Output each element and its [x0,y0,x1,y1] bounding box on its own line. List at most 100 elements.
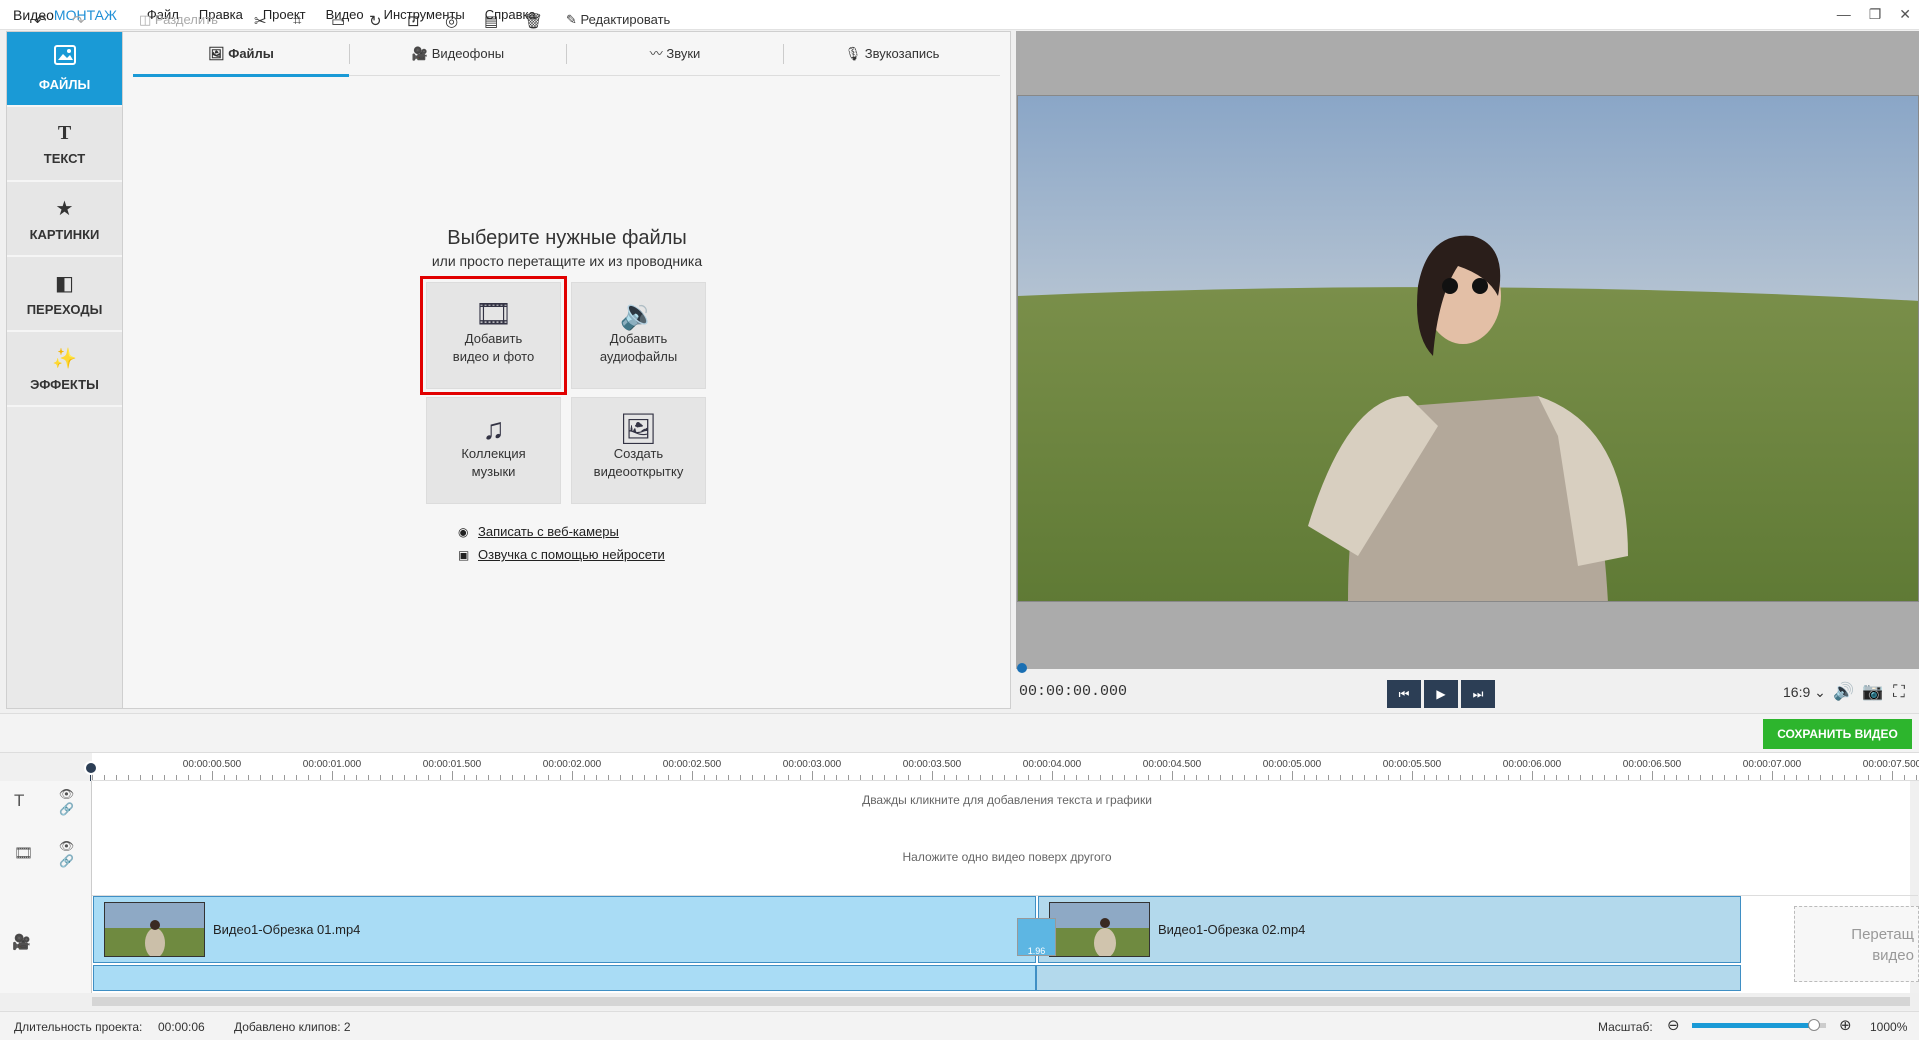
scissors-icon[interactable]: ✂ [254,12,267,30]
redo-icon[interactable]: ↷ [72,12,85,30]
restore-icon[interactable]: ❐ [1869,6,1882,23]
ruler-tick [1352,775,1353,780]
video-clip-1[interactable]: Видео1-Обрезка 01.mp4 [93,896,1036,963]
music-collection-button[interactable]: ♫ Коллекция музыки [426,397,561,504]
ruler-tick [1388,775,1389,780]
ai-voiceover-link[interactable]: ▣ Озвучка с помощью нейросети [458,547,665,562]
play-icon: ▶ [1436,687,1446,701]
save-video-button[interactable]: СОХРАНИТЬ ВИДЕО [1763,719,1912,749]
frame-icon[interactable]: ▭ [331,12,345,30]
undo-icon[interactable]: ↶ [34,12,47,30]
playhead-knob[interactable] [1017,663,1027,673]
ruler-tick [1412,771,1413,780]
sidebar-item-effects[interactable]: ✨ ЭФФЕКТЫ [7,332,122,407]
zoom-slider-handle[interactable] [1807,1019,1820,1031]
rotate-icon[interactable]: ↻ [369,12,382,30]
tab-files[interactable]: 🖼 Файлы [133,32,349,77]
ruler-tick [128,775,129,780]
timeline-ruler[interactable]: 00:00:00.500 00:00:01.000 00:00:01.500 00:0… [92,753,1919,781]
ruler-tick [944,775,945,780]
ruler-tick [140,775,141,780]
ruler-tick [284,775,285,780]
tab-sounds[interactable]: 〰 Звуки [567,32,783,76]
audio-track-1[interactable] [93,965,1036,991]
status-bar: Длительность проекта: 00:00:06 Добавлено… [0,1011,1919,1040]
close-icon[interactable]: ✕ [1899,6,1911,23]
ruler-tick [608,775,609,780]
ruler-tick [116,775,117,780]
ruler-tick [1856,775,1857,780]
ruler-label: 00:00:07.000 [1742,759,1802,770]
fullscreen-icon[interactable]: ⛶ [1893,682,1905,702]
replace-icon[interactable]: ▤ [484,12,498,30]
create-postcard-button[interactable]: 🖼 Создать видеооткрытку [571,397,706,504]
ruler-tick [1364,775,1365,780]
ruler-tick [212,771,213,780]
snapshot-icon[interactable]: 📷 [1862,682,1883,702]
eye-icon[interactable]: 👁 [59,839,74,853]
ruler-tick [1736,775,1737,780]
tab-backgrounds[interactable]: 🎥 Видеофоны [350,32,566,76]
ruler-tick [320,775,321,780]
ruler-tick [1712,775,1713,780]
ruler-tick [524,775,525,780]
link-icon[interactable]: 🔗 [59,802,74,816]
ruler-tick [380,775,381,780]
audio-track-2[interactable] [1036,965,1741,991]
play-button[interactable]: ▶ [1424,680,1458,708]
scrollbar-thumb[interactable] [92,997,1910,1006]
chevron-down-icon: ⌄ [1814,684,1826,700]
link-icon[interactable]: 🔗 [59,854,74,868]
ruler-tick [644,775,645,780]
zoom-out-icon[interactable]: ⊖ [1667,1016,1680,1034]
video-clip-2[interactable]: Видео1-Обрезка 02.mp4 [1038,896,1741,963]
ruler-tick [1340,775,1341,780]
ruler-tick [1448,775,1449,780]
webcam-record-link[interactable]: ◉ Записать с веб-камеры [458,524,619,539]
ruler-tick [1028,775,1029,780]
ruler-tick [440,775,441,780]
add-audio-button[interactable]: 🔉 Добавить аудиофайлы [571,282,706,389]
zoom-in-icon[interactable]: ⊕ [1839,1016,1852,1034]
sidebar-item-transitions[interactable]: ◧ ПЕРЕХОДЫ [7,257,122,332]
ruler-tick [356,775,357,780]
ruler-tick [1088,775,1089,780]
stabilize-icon[interactable]: ◎ [445,12,458,30]
ruler-tick [1796,775,1797,780]
volume-icon[interactable]: 🔊 [1833,682,1854,702]
text-track-hint: Дважды кликните для добавления текста и … [862,793,1152,807]
skip-forward-icon: ⏭ [1472,686,1484,701]
drop-video-zone[interactable]: Перетащ видео [1794,906,1919,982]
ruler-tick [1724,775,1725,780]
edit-button[interactable]: ✎ Редактировать [566,12,670,28]
ruler-tick [428,775,429,780]
sidebar-item-files[interactable]: ФАЙЛЫ [7,32,122,107]
video-preview[interactable] [1017,95,1919,602]
aspect-ratio-select[interactable]: 16:9 ⌄ [1783,684,1826,701]
skip-forward-button[interactable]: ⏭ [1461,680,1495,708]
ruler-tick [728,775,729,780]
trash-icon[interactable]: 🗑 [524,12,543,30]
split-button[interactable]: ◫ Разделить [139,12,218,28]
ruler-tick [1184,775,1185,780]
minimize-icon[interactable]: — [1837,6,1851,23]
add-video-photo-button[interactable]: 🎞 Добавить видео и фото [420,276,567,395]
ruler-tick [1820,775,1821,780]
sidebar-item-text[interactable]: T ТЕКСТ [7,107,122,182]
sidebar-item-pictures[interactable]: ★ КАРТИНКИ [7,182,122,257]
zoom-area-icon[interactable]: ⊡ [407,12,420,30]
ruler-tick [1652,771,1653,780]
ruler-label: 00:00:06.000 [1502,759,1562,770]
ruler-tick [1304,775,1305,780]
ruler-tick [476,775,477,780]
ruler-tick [200,775,201,780]
eye-icon[interactable]: 👁 [59,787,74,801]
transition-block[interactable]: 1.96 [1017,918,1056,956]
ruler-tick [1004,775,1005,780]
ruler-tick [1076,775,1077,780]
ruler-tick [1664,775,1665,780]
timeline-playhead[interactable] [84,761,98,775]
skip-back-button[interactable]: ⏮ [1387,680,1421,708]
crop-icon[interactable]: ⌗ [293,12,301,29]
tab-recording[interactable]: 🎙 Звукозапись [784,32,1000,76]
